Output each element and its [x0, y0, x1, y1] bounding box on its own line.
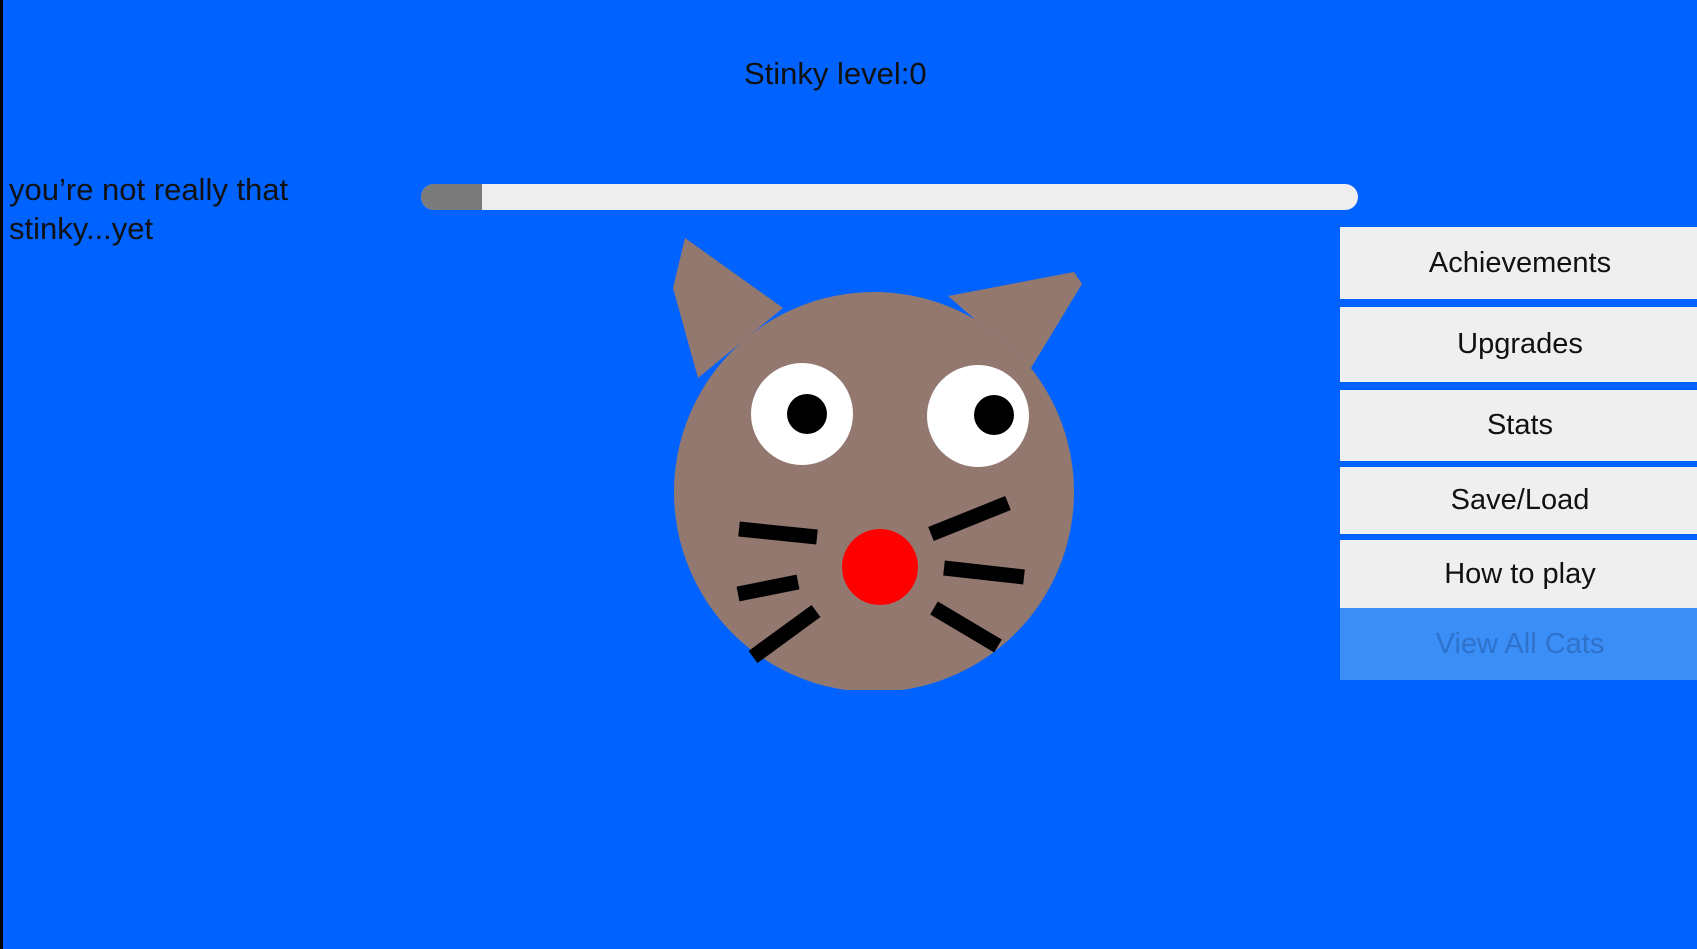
whisker-left-top: [738, 521, 818, 545]
cat-face-icon[interactable]: [658, 238, 1098, 690]
upgrades-button[interactable]: Upgrades: [1340, 307, 1697, 382]
stinky-flavor-text: you’re not really that stinky...yet: [9, 172, 289, 246]
whisker-right-mid: [943, 560, 1025, 585]
game-stage: Stinky level:0 you’re not really that st…: [3, 0, 1697, 949]
cat-nose: [842, 529, 918, 605]
stinky-level-label: Stinky level:0: [744, 56, 927, 91]
view-all-cats-button: View All Cats: [1340, 608, 1697, 680]
stats-button[interactable]: Stats: [1340, 390, 1697, 461]
how-to-play-button[interactable]: How to play: [1340, 540, 1697, 608]
achievements-button[interactable]: Achievements: [1340, 227, 1697, 299]
save-load-button[interactable]: Save/Load: [1340, 467, 1697, 534]
stinky-progress-fill: [421, 184, 482, 210]
cat-right-pupil: [974, 395, 1014, 435]
stinky-progress-bar: [421, 184, 1358, 210]
cat-left-pupil: [787, 394, 827, 434]
cat-head: [674, 292, 1074, 690]
